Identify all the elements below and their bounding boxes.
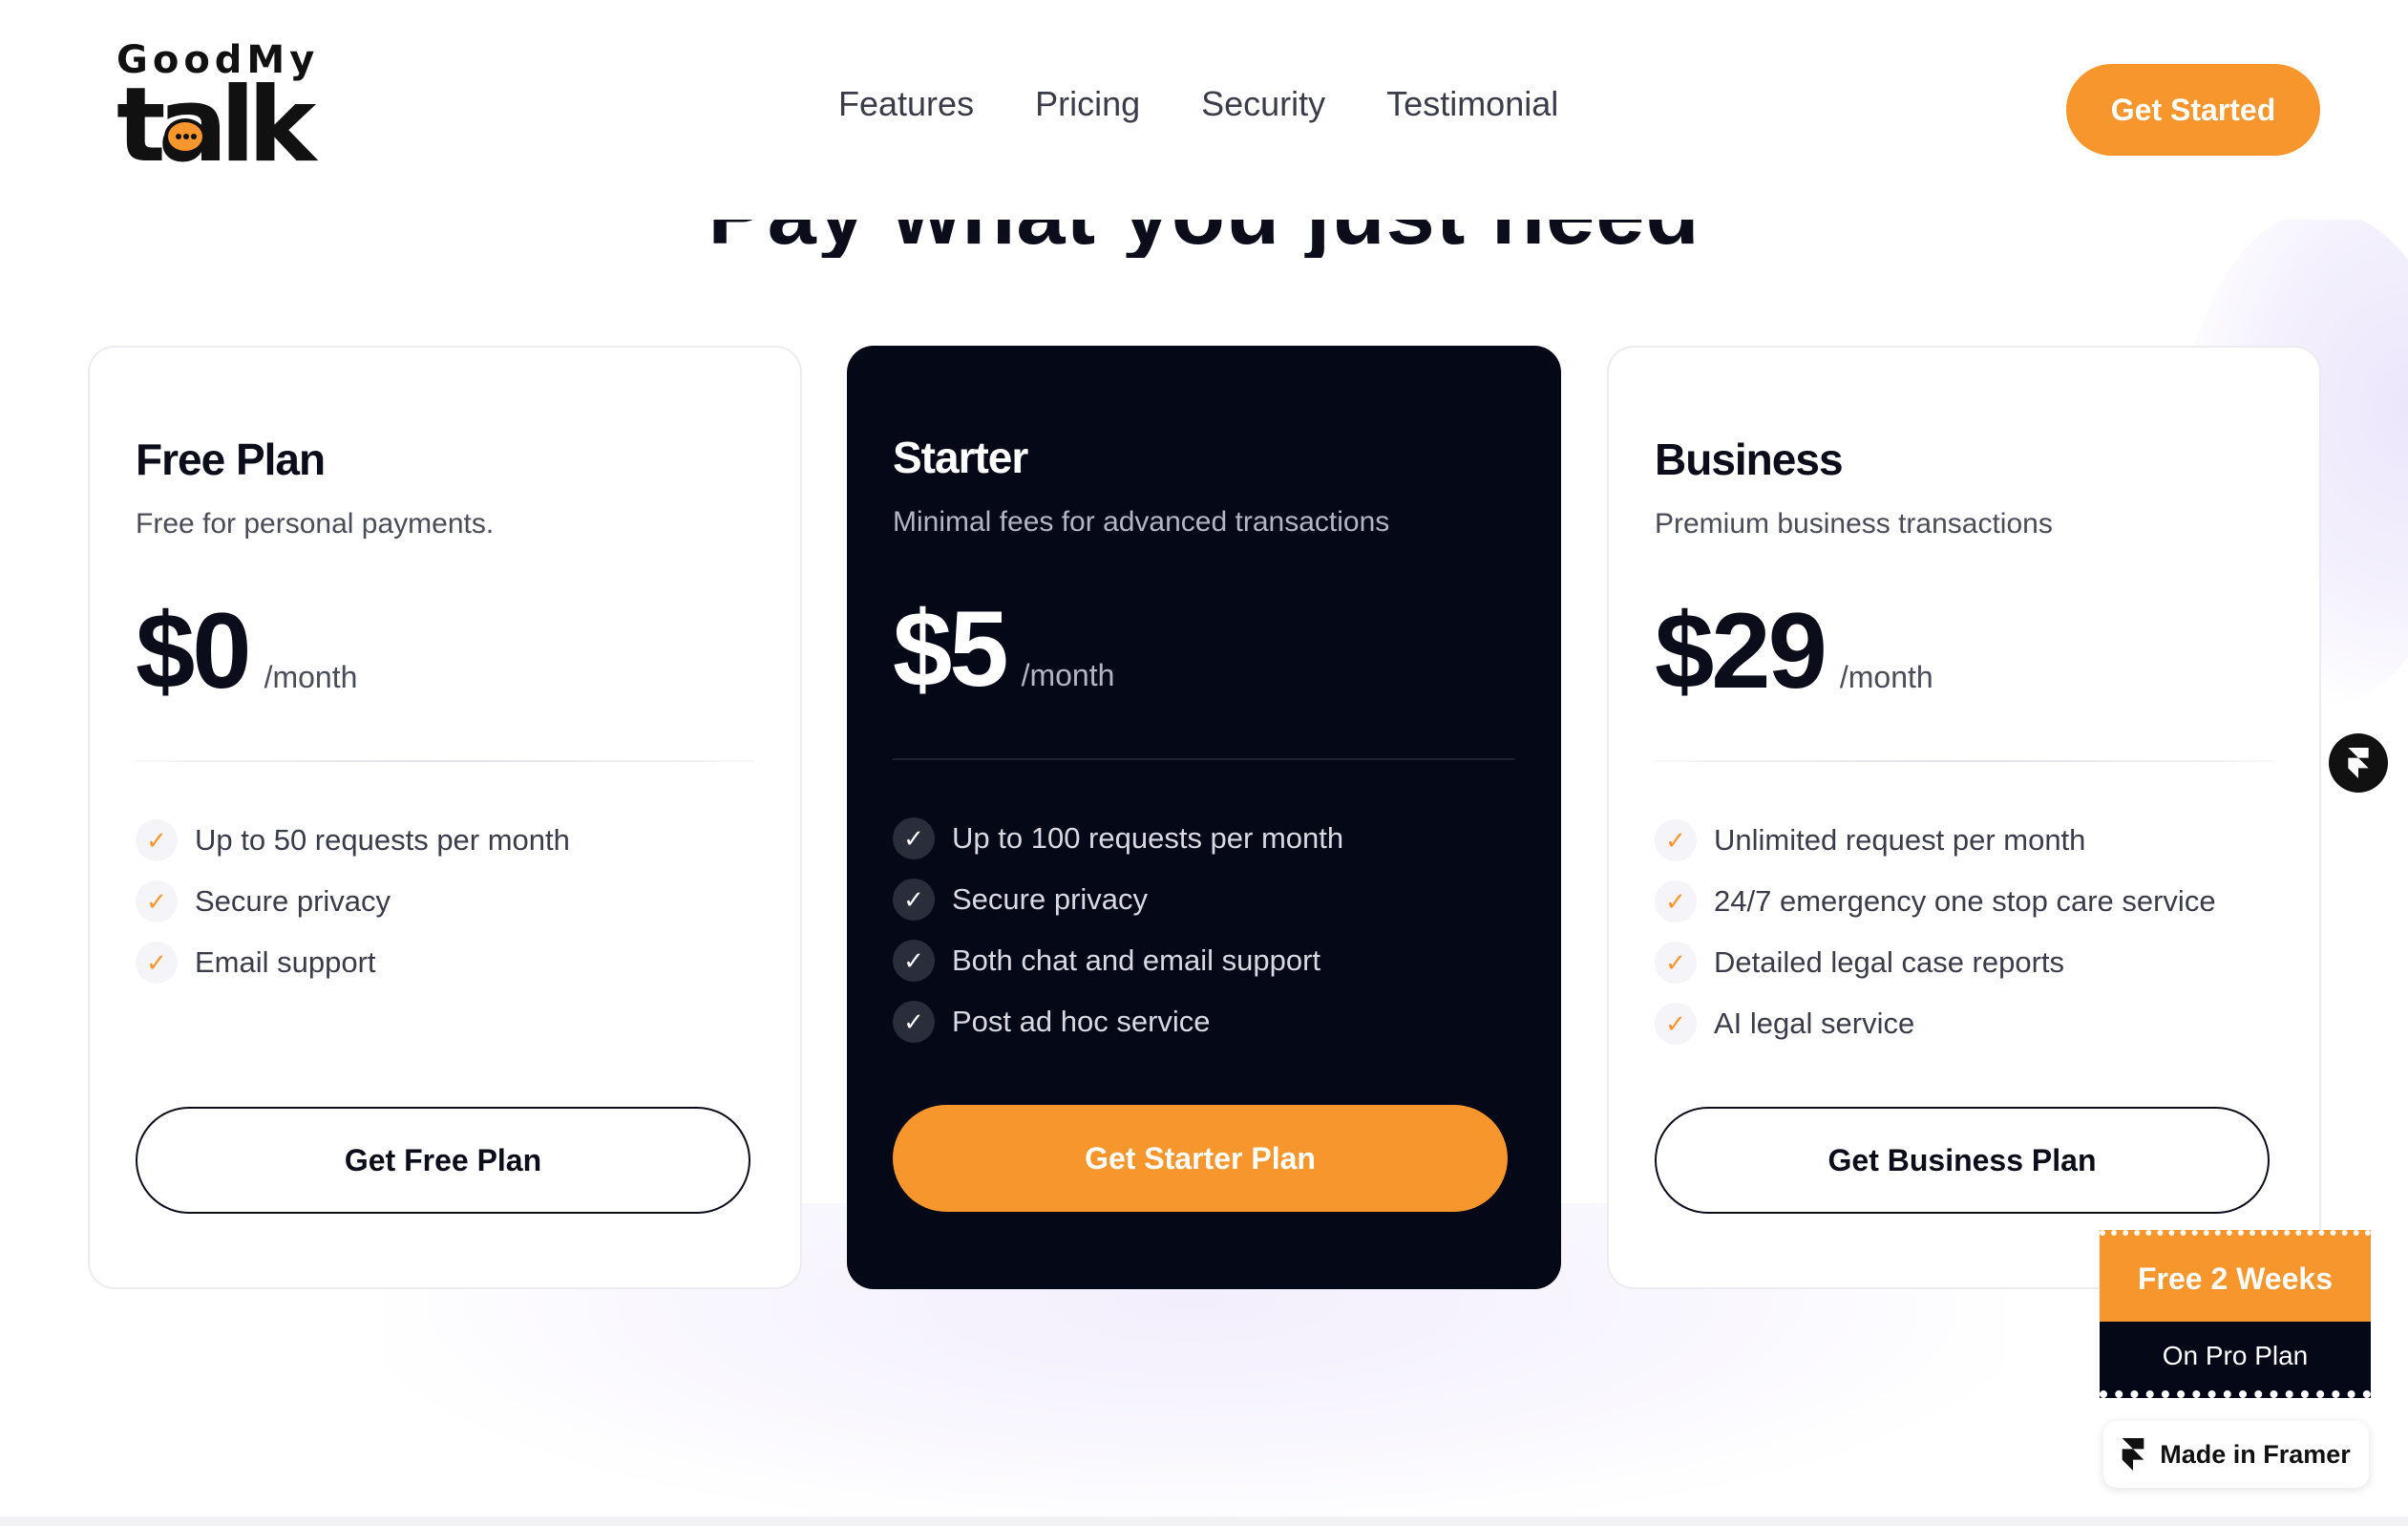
plan-price: $29 <box>1655 591 1827 710</box>
promo-bottom-text: On Pro Plan <box>2100 1322 2371 1398</box>
feature-item: ✓ Email support <box>136 932 754 993</box>
checkmark-icon: ✓ <box>893 817 935 859</box>
checkmark-icon: ✓ <box>136 880 178 922</box>
framer-icon-svg <box>2348 748 2369 778</box>
get-starter-plan-button[interactable]: Get Starter Plan <box>893 1105 1508 1212</box>
feature-label: Unlimited request per month <box>1714 823 2086 857</box>
feature-label: 24/7 emergency one stop care service <box>1714 884 2216 918</box>
nav-security[interactable]: Security <box>1201 84 1325 124</box>
divider <box>1655 760 2273 762</box>
main-nav: Features Pricing Security Testimonial <box>838 84 1558 124</box>
plan-period: /month <box>264 660 358 694</box>
checkmark-icon: ✓ <box>893 1001 935 1043</box>
get-free-plan-button[interactable]: Get Free Plan <box>136 1107 750 1214</box>
feature-label: Detailed legal case reports <box>1714 945 2065 979</box>
plan-subtitle: Minimal fees for advanced transactions <box>893 506 1390 538</box>
section-heading-wrap: Pay what you just need <box>0 220 2408 258</box>
plan-card-business: Business Premium business transactions $… <box>1607 346 2321 1289</box>
site-header: GoodMy talk Features Pricing Security Te… <box>0 0 2408 220</box>
feature-label: Up to 50 requests per month <box>195 823 570 857</box>
checkmark-icon: ✓ <box>136 819 178 861</box>
plan-subtitle: Free for personal payments. <box>136 508 495 540</box>
checkmark-icon: ✓ <box>1655 880 1697 922</box>
plan-title: Business <box>1655 434 1844 484</box>
feature-item: ✓ Detailed legal case reports <box>1655 932 2273 993</box>
plan-price: $0 <box>136 591 252 710</box>
plan-subtitle: Premium business transactions <box>1655 508 2053 540</box>
framer-icon <box>2122 1438 2144 1471</box>
framer-icon[interactable] <box>2329 733 2388 793</box>
promo-ticket[interactable]: Free 2 Weeks On Pro Plan <box>2100 1230 2371 1398</box>
feature-label: Secure privacy <box>952 882 1149 916</box>
logo-bottom-text: talk <box>116 74 316 178</box>
framer-icon-svg <box>2122 1438 2144 1471</box>
made-in-framer-badge[interactable]: Made in Framer <box>2103 1421 2369 1488</box>
feature-item: ✓ Post ad hoc service <box>893 991 1515 1052</box>
price-row: $29 /month <box>1655 591 2273 710</box>
logo-bottom-word: talk <box>116 66 316 185</box>
feature-label: Email support <box>195 945 376 979</box>
plan-period: /month <box>1839 660 1933 694</box>
plan-price: $5 <box>893 589 1009 709</box>
made-in-framer-label: Made in Framer <box>2160 1439 2351 1469</box>
plan-card-free: Free Plan Free for personal payments. $0… <box>88 346 802 1289</box>
checkmark-icon: ✓ <box>893 879 935 921</box>
nav-testimonial[interactable]: Testimonial <box>1386 84 1558 124</box>
checkmark-icon: ✓ <box>893 940 935 982</box>
checkmark-icon: ✓ <box>1655 819 1697 861</box>
price-row: $0 /month <box>136 591 754 710</box>
pricing-heading: Pay what you just need <box>0 220 2408 258</box>
feature-list: ✓ Unlimited request per month ✓ 24/7 emerg… <box>1655 810 2273 1054</box>
divider <box>893 758 1515 760</box>
nav-pricing[interactable]: Pricing <box>1035 84 1140 124</box>
plan-card-starter: Starter Minimal fees for advanced transa… <box>847 346 1561 1289</box>
bottom-strip <box>0 1516 2408 1526</box>
promo-top-text: Free 2 Weeks <box>2100 1230 2371 1322</box>
feature-item: ✓ Secure privacy <box>136 871 754 932</box>
get-started-button[interactable]: Get Started <box>2066 64 2320 156</box>
price-row: $5 /month <box>893 589 1515 709</box>
checkmark-icon: ✓ <box>136 942 178 984</box>
checkmark-icon: ✓ <box>1655 942 1697 984</box>
feature-item: ✓ Up to 100 requests per month <box>893 808 1515 869</box>
feature-item: ✓ AI legal service <box>1655 993 2273 1054</box>
feature-item: ✓ Unlimited request per month <box>1655 810 2273 871</box>
chat-bubble-icon <box>164 118 206 155</box>
feature-list: ✓ Up to 100 requests per month ✓ Secure pr… <box>893 808 1515 1052</box>
checkmark-icon: ✓ <box>1655 1003 1697 1045</box>
feature-label: AI legal service <box>1714 1007 1915 1040</box>
feature-label: Post ad hoc service <box>952 1005 1211 1038</box>
logo[interactable]: GoodMy talk <box>116 38 316 181</box>
divider <box>136 760 754 762</box>
feature-item: ✓ Up to 50 requests per month <box>136 810 754 871</box>
plan-title: Starter <box>893 433 1028 482</box>
get-business-plan-button[interactable]: Get Business Plan <box>1655 1107 2270 1214</box>
feature-item: ✓ 24/7 emergency one stop care service <box>1655 871 2273 932</box>
feature-label: Both chat and email support <box>952 943 1321 977</box>
feature-label: Secure privacy <box>195 884 391 918</box>
plan-period: /month <box>1021 658 1115 692</box>
feature-item: ✓ Secure privacy <box>893 869 1515 930</box>
feature-label: Up to 100 requests per month <box>952 821 1344 855</box>
feature-item: ✓ Both chat and email support <box>893 930 1515 991</box>
feature-list: ✓ Up to 50 requests per month ✓ Secure pri… <box>136 810 754 993</box>
plan-title: Free Plan <box>136 434 326 484</box>
nav-features[interactable]: Features <box>838 84 974 124</box>
